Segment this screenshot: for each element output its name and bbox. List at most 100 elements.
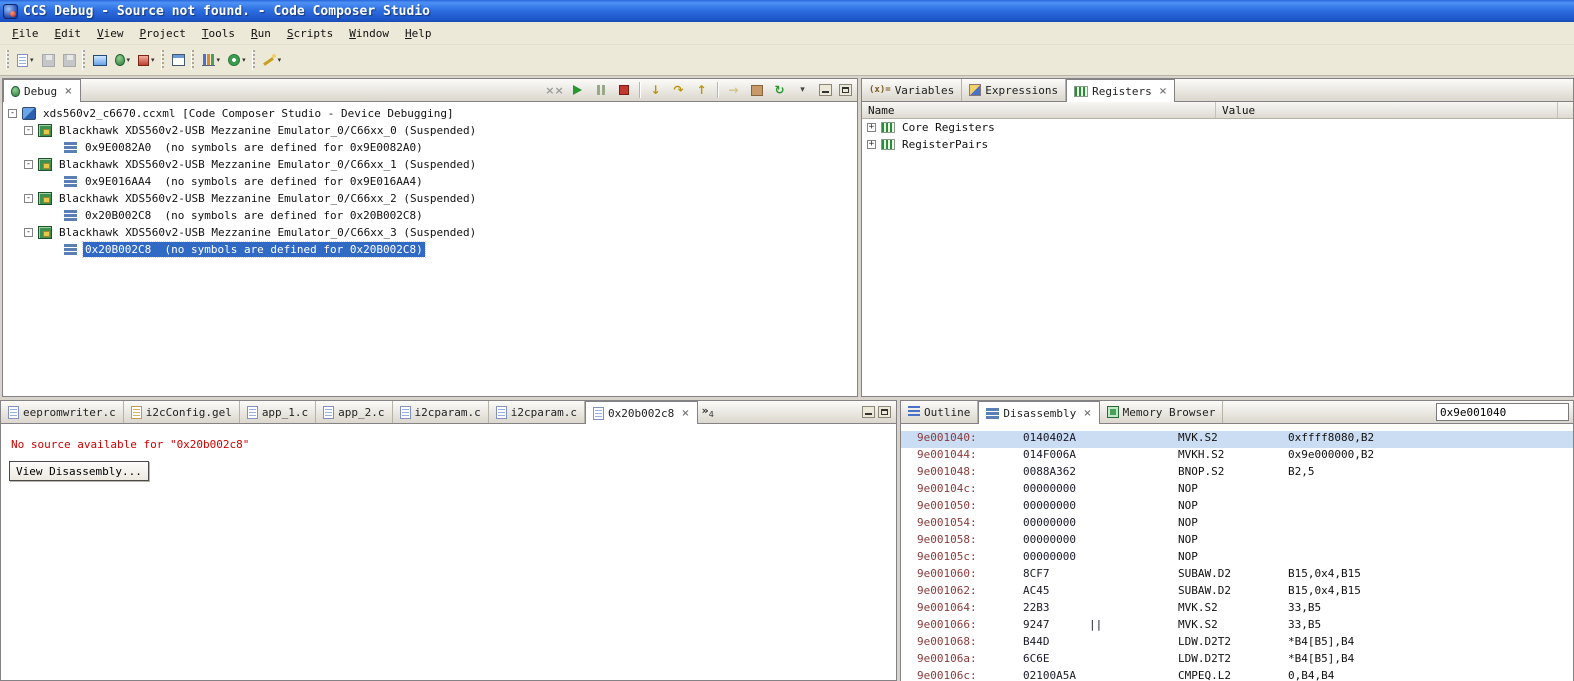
- editor-content: No source available for "0x20b002c8" Vie…: [1, 438, 896, 481]
- tab-variables[interactable]: (x)= Variables: [862, 79, 963, 101]
- minimize-button[interactable]: [862, 406, 875, 418]
- tab-i2cparam-c-2[interactable]: i2cparam.c: [489, 401, 585, 423]
- column-header-value[interactable]: Value: [1216, 102, 1558, 118]
- tree-row-core-1[interactable]: - Blackhawk XDS560v2-USB Mezzanine Emula…: [3, 156, 857, 173]
- tab-disassembly[interactable]: Disassembly: [978, 401, 1100, 424]
- register-group-row[interactable]: + Core Registers: [862, 119, 1573, 136]
- wand-button[interactable]: ▾: [259, 48, 286, 72]
- close-icon[interactable]: [64, 86, 72, 97]
- save-all-button[interactable]: [59, 48, 80, 72]
- tree-row-launch[interactable]: - xds560v2_c6670.ccxml [Code Composer St…: [3, 105, 857, 122]
- address-input[interactable]: [1436, 403, 1569, 421]
- close-icon[interactable]: [1159, 86, 1167, 97]
- tree-row-core-0[interactable]: - Blackhawk XDS560v2-USB Mezzanine Emula…: [3, 122, 857, 139]
- expand-toggle[interactable]: +: [867, 140, 876, 149]
- toolbar-grip[interactable]: [160, 50, 164, 70]
- profile-button[interactable]: ▾: [224, 48, 250, 72]
- remove-all-terminated-button[interactable]: ××: [545, 81, 564, 100]
- tab-outline[interactable]: Outline: [901, 401, 979, 423]
- instruction-step-button[interactable]: →: [724, 81, 743, 100]
- save-button[interactable]: [38, 48, 59, 72]
- c-file-icon: [8, 405, 19, 419]
- maximize-button[interactable]: [839, 84, 852, 96]
- collapse-toggle[interactable]: -: [24, 126, 33, 135]
- tree-row-frame-selected[interactable]: 0x20B002C8 (no symbols are defined for 0…: [3, 241, 857, 258]
- tree-row-core-3[interactable]: - Blackhawk XDS560v2-USB Mezzanine Emula…: [3, 224, 857, 241]
- chart-button[interactable]: ▾: [198, 48, 225, 72]
- disassembly-row[interactable]: 9e001064: 22B3 MVK.S2 33,B5: [901, 601, 1573, 618]
- menu-view[interactable]: View: [89, 24, 132, 43]
- maximize-button[interactable]: [878, 406, 891, 418]
- menu-help[interactable]: Help: [397, 24, 440, 43]
- window-button[interactable]: [168, 48, 189, 72]
- tab-eepromwriter-c[interactable]: eepromwriter.c: [1, 401, 124, 423]
- menu-run[interactable]: Run: [243, 24, 279, 43]
- tree-row-frame[interactable]: 0x9E0082A0 (no symbols are defined for 0…: [3, 139, 857, 156]
- restart-button[interactable]: ↻: [770, 81, 789, 100]
- expand-toggle[interactable]: +: [867, 123, 876, 132]
- connect-target-button[interactable]: [747, 81, 766, 100]
- tab-debug[interactable]: Debug: [3, 79, 81, 102]
- close-icon[interactable]: [1083, 408, 1091, 419]
- tab-i2cparam-c-1[interactable]: i2cparam.c: [393, 401, 489, 423]
- view-disassembly-button[interactable]: View Disassembly...: [9, 461, 149, 481]
- toolbar-grip[interactable]: [251, 50, 255, 70]
- resume-button[interactable]: [568, 81, 587, 100]
- collapse-toggle[interactable]: -: [24, 228, 33, 237]
- tree-row-core-2[interactable]: - Blackhawk XDS560v2-USB Mezzanine Emula…: [3, 190, 857, 207]
- disassembly-row[interactable]: 9e001060: 8CF7 SUBAW.D2 B15,0x4,B15: [901, 567, 1573, 584]
- disassembly-row[interactable]: 9e001050: 00000000 NOP: [901, 499, 1573, 516]
- tab-i2cconfig-gel[interactable]: i2cConfig.gel: [124, 401, 240, 423]
- collapse-toggle[interactable]: -: [24, 194, 33, 203]
- disassembly-row[interactable]: 9e00106a: 6C6E LDW.D2T2 *B4[B5],B4: [901, 652, 1573, 669]
- disassembly-row[interactable]: 9e001068: B44D LDW.D2T2 *B4[B5],B4: [901, 635, 1573, 652]
- disasm-address: 9e001066:: [917, 618, 977, 631]
- tab-0x20b002c8[interactable]: 0x20b002c8: [585, 401, 698, 424]
- close-icon[interactable]: [681, 408, 689, 419]
- disassembly-row[interactable]: 9e00104c: 00000000 NOP: [901, 482, 1573, 499]
- toolbar-grip[interactable]: [6, 50, 9, 70]
- register-group-row[interactable]: + RegisterPairs: [862, 136, 1573, 153]
- disassembly-row[interactable]: 9e00105c: 00000000 NOP: [901, 550, 1573, 567]
- menu-tools[interactable]: Tools: [194, 24, 243, 43]
- disassembly-row[interactable]: 9e001040: 0140402A MVK.S2 0xffff8080,B2: [901, 431, 1573, 448]
- step-return-button[interactable]: ↑: [692, 81, 711, 100]
- column-header-name[interactable]: Name: [862, 102, 1216, 118]
- tab-memory-browser[interactable]: Memory Browser: [1100, 401, 1224, 423]
- minimize-button[interactable]: [819, 84, 832, 96]
- disasm-mnemonic: CMPEQ.L2: [1178, 669, 1231, 681]
- disassembly-row[interactable]: 9e001044: 014F006A MVKH.S2 0x9e000000,B2: [901, 448, 1573, 465]
- menu-project[interactable]: Project: [132, 24, 194, 43]
- menu-window[interactable]: Window: [341, 24, 397, 43]
- tab-registers[interactable]: Registers: [1066, 79, 1176, 102]
- stack-frame-icon: [64, 176, 77, 187]
- terminate-button[interactable]: [614, 81, 633, 100]
- flash-button[interactable]: ▾: [134, 48, 159, 72]
- disassembly-row[interactable]: 9e00106c: 02100A5A CMPEQ.L2 0,B4,B4: [901, 669, 1573, 681]
- menu-file[interactable]: File: [4, 24, 47, 43]
- tab-app-1-c[interactable]: app_1.c: [240, 401, 317, 423]
- new-button[interactable]: ▾: [13, 48, 38, 72]
- step-into-button[interactable]: ↓: [646, 81, 665, 100]
- suspend-button[interactable]: [591, 81, 610, 100]
- toolbar-grip[interactable]: [190, 50, 194, 70]
- menu-scripts[interactable]: Scripts: [279, 24, 341, 43]
- tab-overflow-chevron[interactable]: 4: [702, 404, 714, 420]
- disassembly-row[interactable]: 9e001054: 00000000 NOP: [901, 516, 1573, 533]
- disassembly-row[interactable]: 9e001066: 9247 || MVK.S2 33,B5: [901, 618, 1573, 635]
- menu-edit[interactable]: Edit: [47, 24, 90, 43]
- tree-row-frame[interactable]: 0x20B002C8 (no symbols are defined for 0…: [3, 207, 857, 224]
- view-menu-button[interactable]: ▾: [793, 81, 812, 100]
- tree-row-frame[interactable]: 0x9E016AA4 (no symbols are defined for 0…: [3, 173, 857, 190]
- collapse-toggle[interactable]: -: [24, 160, 33, 169]
- debug-button[interactable]: ▾: [111, 48, 135, 72]
- step-over-button[interactable]: ↷: [669, 81, 688, 100]
- disassembly-row[interactable]: 9e001062: AC45 SUBAW.D2 B15,0x4,B15: [901, 584, 1573, 601]
- disassembly-row[interactable]: 9e001048: 0088A362 BNOP.S2 B2,5: [901, 465, 1573, 482]
- collapse-toggle[interactable]: -: [8, 109, 17, 118]
- tab-app-2-c[interactable]: app_2.c: [316, 401, 393, 423]
- tab-expressions[interactable]: Expressions: [962, 79, 1067, 101]
- disassembly-row[interactable]: 9e001058: 00000000 NOP: [901, 533, 1573, 550]
- target-config-button[interactable]: [89, 48, 111, 72]
- toolbar-grip[interactable]: [81, 50, 85, 70]
